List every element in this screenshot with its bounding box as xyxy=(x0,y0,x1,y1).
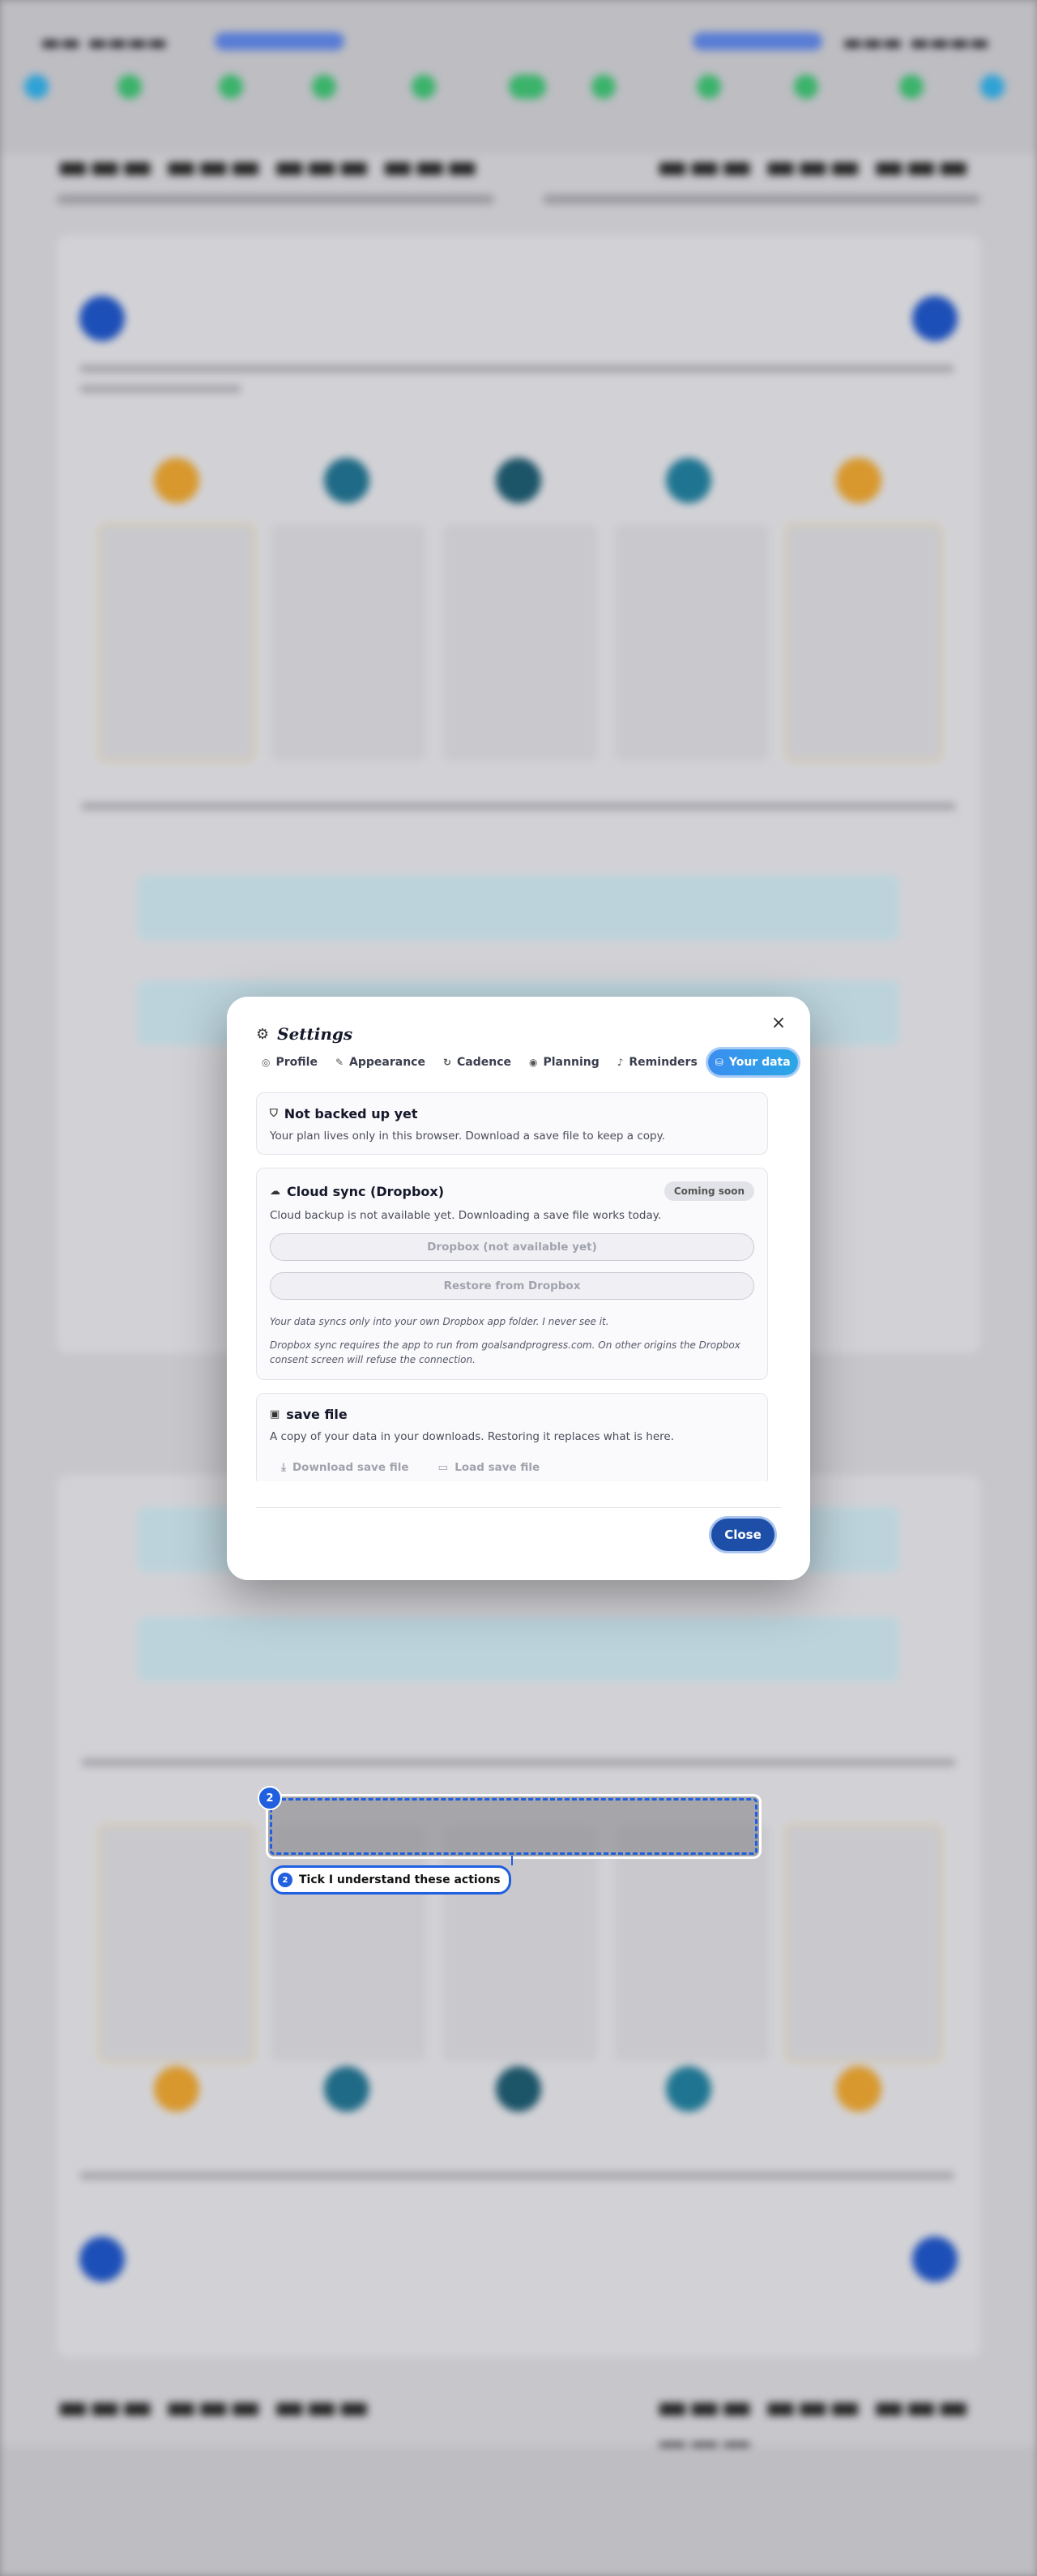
download-save-button[interactable]: ⤓ Download save file xyxy=(281,1461,409,1474)
cloud-sync-title: Cloud sync (Dropbox) xyxy=(287,1183,445,1199)
bottom-bar xyxy=(0,2446,1037,2576)
gear-icon: ⚙ xyxy=(256,1025,270,1043)
floppy-icon: ▣ xyxy=(270,1408,280,1420)
brand-pill xyxy=(215,32,344,50)
tab-planning[interactable]: ◉ Planning xyxy=(522,1049,607,1075)
brush-icon: ✎ xyxy=(335,1057,344,1068)
brand-pill-mirror xyxy=(693,32,822,50)
close-icon[interactable]: × xyxy=(770,1015,787,1032)
close-button[interactable]: Close xyxy=(711,1519,775,1551)
brand-logo-mirror: ▬▬▬ ▬▬▬▬ xyxy=(843,31,990,55)
tutorial-tooltip-number: 2 xyxy=(278,1873,292,1887)
backup-status-title: Not backed up yet xyxy=(284,1106,418,1121)
cloud-privacy-note: Your data syncs only into your own Dropb… xyxy=(270,1316,609,1327)
tab-cadence[interactable]: ↻ Cadence xyxy=(436,1049,518,1075)
brand-logo: ▬▬ ▬▬▬▬ xyxy=(41,31,168,55)
load-save-label: Load save file xyxy=(454,1460,540,1474)
bell-icon: ♪ xyxy=(617,1057,624,1068)
download-save-label: Download save file xyxy=(292,1460,409,1474)
tab-label: Appearance xyxy=(349,1056,425,1069)
save-file-section: ▣ save file A copy of your data in your … xyxy=(256,1392,768,1481)
coming-soon-badge: Coming soon xyxy=(664,1181,754,1201)
tab-label: Planning xyxy=(543,1056,600,1069)
refresh-icon: ↻ xyxy=(442,1057,452,1068)
tutorial-highlight xyxy=(266,1794,762,1859)
settings-tabs: ◎ Profile ✎ Appearance ↻ Cadence ◉ Plann… xyxy=(254,1049,798,1076)
tutorial-tooltip: 2 Tick I understand these actions xyxy=(271,1865,511,1895)
settings-dialog: × ⚙ Settings ◎ Profile ✎ Appearance ↻ Ca… xyxy=(227,997,810,1580)
tutorial-tooltip-text: Tick I understand these actions xyxy=(299,1873,501,1886)
tab-label: Your data xyxy=(728,1056,791,1069)
backup-status-section: ⛉ Not backed up yet Your plan lives only… xyxy=(256,1092,768,1155)
hero-subtitle-mirror xyxy=(543,194,980,204)
step-progress xyxy=(24,75,1013,99)
load-save-button[interactable]: ▭ Load save file xyxy=(438,1461,540,1474)
shield-icon: ⛉ xyxy=(270,1108,278,1120)
tab-your-data[interactable]: ⛁ Your data xyxy=(707,1049,798,1075)
footer-heading: ▬▬▬ ▬▬▬ ▬▬▬ xyxy=(57,2386,370,2426)
cloud-origin-note: Dropbox sync requires the app to run fro… xyxy=(270,1339,740,1366)
backup-status-text: Your plan lives only in this browser. Do… xyxy=(270,1130,665,1143)
target-icon: ◉ xyxy=(529,1057,538,1068)
tab-label: Reminders xyxy=(629,1056,698,1069)
tab-label: Cadence xyxy=(457,1056,512,1069)
database-icon: ⛁ xyxy=(715,1057,723,1068)
user-icon: ◎ xyxy=(262,1057,271,1068)
hero-heading-mirror: ▬▬▬ ▬▬▬ ▬▬▬ xyxy=(656,146,970,186)
tab-profile[interactable]: ◎ Profile xyxy=(254,1049,325,1075)
restore-dropbox-button[interactable]: Restore from Dropbox xyxy=(270,1272,754,1300)
cloud-sync-section: ☁ Cloud sync (Dropbox) Coming soon Cloud… xyxy=(256,1168,768,1380)
hero-heading: ▬▬▬ ▬▬▬ ▬▬▬ ▬▬▬ xyxy=(57,146,479,186)
tab-label: Profile xyxy=(275,1056,318,1069)
cloud-sync-text: Cloud backup is not available yet. Downl… xyxy=(270,1209,662,1222)
tutorial-step-badge: 2 xyxy=(258,1786,282,1810)
dialog-header: ⚙ Settings xyxy=(256,1024,352,1044)
folder-icon: ▭ xyxy=(437,1460,449,1474)
dropbox-connect-button[interactable]: Dropbox (not available yet) xyxy=(270,1233,754,1261)
tutorial-connector xyxy=(511,1856,513,1865)
values-card-mirror xyxy=(57,1475,980,2358)
settings-content[interactable]: ⛉ Not backed up yet Your plan lives only… xyxy=(256,1092,768,1481)
dialog-footer-divider xyxy=(256,1507,781,1508)
hero-subtitle xyxy=(57,194,494,204)
download-icon: ⤓ xyxy=(281,1460,286,1474)
cloud-icon: ☁ xyxy=(270,1185,280,1198)
dialog-title: Settings xyxy=(277,1024,353,1044)
tab-appearance[interactable]: ✎ Appearance xyxy=(328,1049,433,1075)
save-file-text: A copy of your data in your downloads. R… xyxy=(270,1429,675,1443)
save-file-title: save file xyxy=(286,1406,348,1422)
tab-reminders[interactable]: ♪ Reminders xyxy=(610,1049,705,1075)
